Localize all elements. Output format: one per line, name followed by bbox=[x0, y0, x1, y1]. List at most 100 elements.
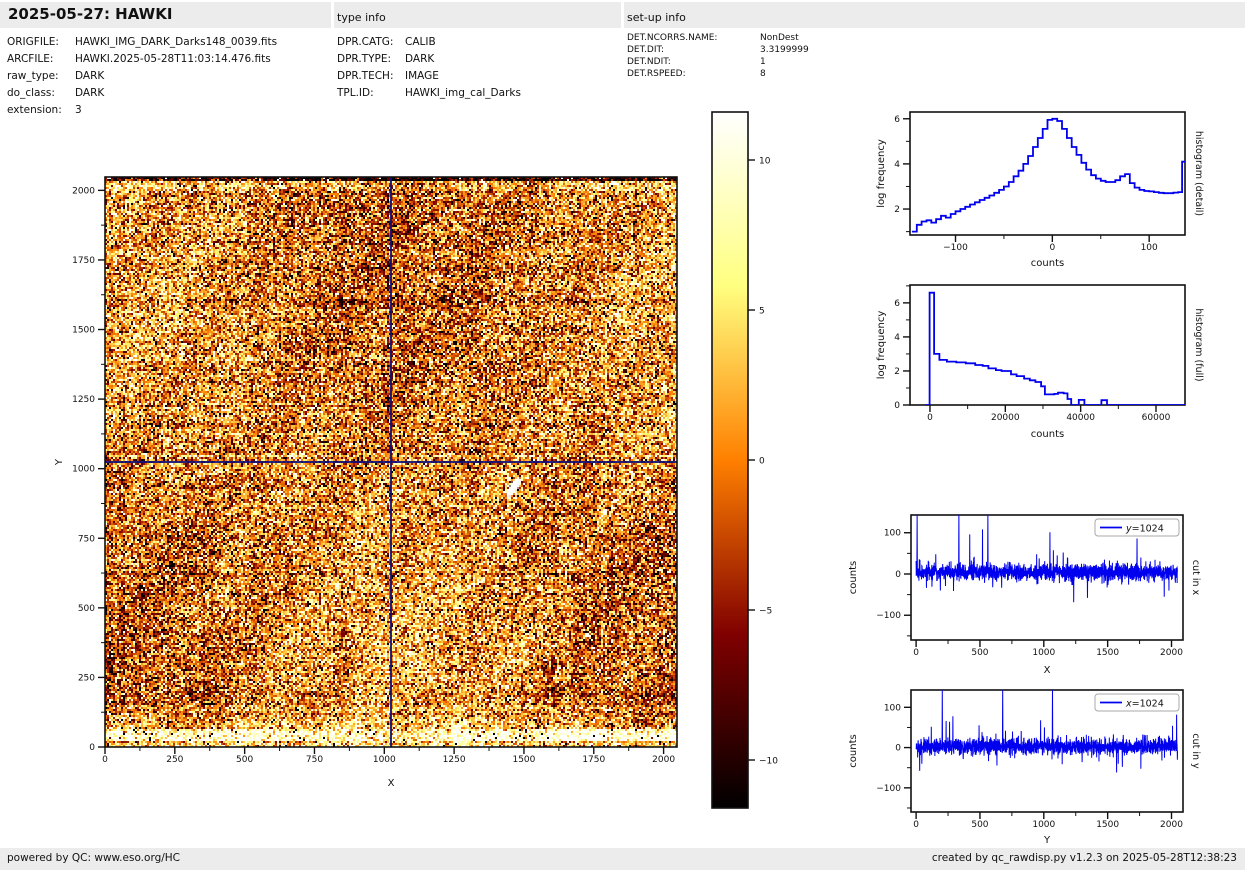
y-tick-label: 6 bbox=[894, 299, 900, 309]
y-axis-label: counts bbox=[848, 734, 859, 767]
x-tick-label: 0 bbox=[913, 648, 919, 658]
x-tick-label: 1500 bbox=[1096, 820, 1119, 830]
plot-histogram-detail: −100 0 100 2 4 6 counts log frequency histogram … bbox=[876, 111, 1204, 269]
meta-value: DARK bbox=[405, 53, 435, 65]
plot-histogram-full: 0 20000 40000 60000 0 2 4 6 counts log frequency h… bbox=[876, 284, 1204, 440]
meta-value: 3.3199999 bbox=[760, 45, 809, 55]
header-bar bbox=[624, 2, 1245, 28]
y-tick-label: 1000 bbox=[72, 465, 95, 475]
x-tick-label: 2000 bbox=[1160, 820, 1183, 830]
legend-cut-in-y: x=1024 bbox=[1094, 693, 1180, 712]
meta-value: DARK bbox=[75, 70, 105, 82]
legend-label: y=1024 bbox=[1125, 524, 1164, 535]
type-info-title: type info bbox=[337, 11, 386, 24]
x-tick-label: 500 bbox=[971, 648, 988, 658]
y-tick-label: 0 bbox=[895, 570, 901, 580]
plot-right-label: histogram (full) bbox=[1193, 308, 1204, 381]
setup-info-title: set-up info bbox=[627, 11, 686, 24]
meta-key: TPL.ID: bbox=[337, 87, 374, 99]
y-tick-label: 2 bbox=[894, 205, 900, 215]
y-tick-label: 250 bbox=[78, 673, 95, 683]
y-tick-label: 4 bbox=[894, 160, 900, 170]
x-tick-label: 1250 bbox=[443, 755, 466, 765]
qc-report-page: 2025-05-27: HAWKI type info set-up info … bbox=[0, 0, 1245, 870]
y-tick-label: 6 bbox=[894, 115, 900, 125]
x-axis-label: counts bbox=[1031, 258, 1064, 269]
x-tick-label: 1500 bbox=[1096, 648, 1119, 658]
y-axis-label: log frequency bbox=[876, 311, 887, 380]
x-tick-label: 2000 bbox=[1160, 648, 1183, 658]
x-tick-label: 0 bbox=[913, 820, 919, 830]
x-tick-label: 40000 bbox=[1066, 413, 1095, 423]
y-tick-label: 750 bbox=[78, 534, 95, 544]
x-tick-label: 1750 bbox=[582, 755, 605, 765]
y-tick-label: 0 bbox=[894, 401, 900, 411]
meta-key: DET.RSPEED: bbox=[627, 69, 686, 79]
meta-key: DPR.TYPE: bbox=[337, 53, 392, 65]
x-tick-label: 1500 bbox=[512, 755, 535, 765]
y-tick-label: 2 bbox=[894, 367, 900, 377]
series-line bbox=[911, 117, 1185, 233]
y-tick-label: 1750 bbox=[72, 256, 95, 266]
meta-key: ORIGFILE: bbox=[7, 36, 59, 48]
colorbar-tick-label: 0 bbox=[759, 457, 765, 467]
y-tick-label: 1250 bbox=[72, 395, 95, 405]
meta-key: do_class: bbox=[7, 87, 55, 99]
y-axis-label: counts bbox=[848, 561, 859, 594]
x-axis-label: X bbox=[1044, 665, 1051, 676]
x-tick-label: 1000 bbox=[1032, 820, 1055, 830]
meta-value: CALIB bbox=[405, 36, 436, 48]
x-tick-label: 500 bbox=[971, 820, 988, 830]
y-tick-label: −100 bbox=[876, 611, 901, 621]
page-title: 2025-05-27: HAWKI bbox=[8, 5, 173, 23]
meta-key: DET.NCORRS.NAME: bbox=[627, 33, 718, 43]
x-axis-label: Y bbox=[1043, 835, 1051, 846]
meta-value: 3 bbox=[75, 104, 82, 116]
x-tick-label: 60000 bbox=[1142, 413, 1171, 423]
x-tick-label: 2000 bbox=[652, 755, 675, 765]
colorbar-tick-label: −5 bbox=[759, 607, 772, 617]
meta-key: DET.NDIT: bbox=[627, 57, 671, 67]
x-tick-label: 750 bbox=[306, 755, 323, 765]
y-tick-label: 500 bbox=[78, 604, 95, 614]
plot-right-label: histogram (detail) bbox=[1193, 131, 1204, 216]
y-tick-label: 0 bbox=[895, 744, 901, 754]
y-axis-label: Y bbox=[54, 458, 65, 466]
meta-key: ARCFILE: bbox=[7, 53, 54, 65]
colorbar-tick-label: 5 bbox=[759, 307, 765, 317]
meta-key: DPR.TECH: bbox=[337, 70, 394, 82]
y-tick-label: 100 bbox=[884, 703, 901, 713]
meta-value: NonDest bbox=[760, 33, 799, 43]
footer-left-text: powered by QC: www.eso.org/HC bbox=[7, 852, 181, 864]
plot-right-label: cut in x bbox=[1190, 560, 1201, 596]
meta-value: IMAGE bbox=[405, 70, 439, 82]
meta-key: DPR.CATG: bbox=[337, 36, 394, 48]
x-tick-label: 100 bbox=[1141, 243, 1158, 253]
y-tick-label: 1500 bbox=[72, 326, 95, 336]
meta-key: raw_type: bbox=[7, 70, 59, 82]
footer-right-text: created by qc_rawdisp.py v1.2.3 on 2025-… bbox=[931, 852, 1237, 864]
x-tick-label: 1000 bbox=[1032, 648, 1055, 658]
meta-value: 8 bbox=[760, 69, 766, 79]
y-tick-label: 0 bbox=[89, 743, 95, 753]
x-tick-label: 1000 bbox=[373, 755, 396, 765]
colorbar bbox=[712, 112, 748, 808]
x-tick-label: 20000 bbox=[991, 413, 1020, 423]
meta-value: HAWKI_img_cal_Darks bbox=[405, 87, 521, 99]
crosshair-y1024-line bbox=[105, 461, 677, 463]
legend-label: x=1024 bbox=[1125, 699, 1164, 710]
series-line bbox=[915, 690, 1179, 773]
y-tick-label: 4 bbox=[894, 333, 900, 343]
colorbar-tick-label: −10 bbox=[759, 757, 778, 767]
y-tick-label: −100 bbox=[876, 784, 901, 794]
colorbar-tick-label: 10 bbox=[759, 157, 771, 167]
x-tick-label: −100 bbox=[943, 243, 968, 253]
x-tick-label: 500 bbox=[236, 755, 253, 765]
meta-value: DARK bbox=[75, 87, 105, 99]
series-line bbox=[925, 291, 1185, 405]
legend-cut-in-x: y=1024 bbox=[1094, 518, 1180, 537]
y-axis-label: log frequency bbox=[876, 139, 887, 208]
meta-key: DET.DIT: bbox=[627, 45, 665, 55]
meta-value: 1 bbox=[760, 57, 766, 67]
x-axis-label: X bbox=[388, 778, 395, 789]
